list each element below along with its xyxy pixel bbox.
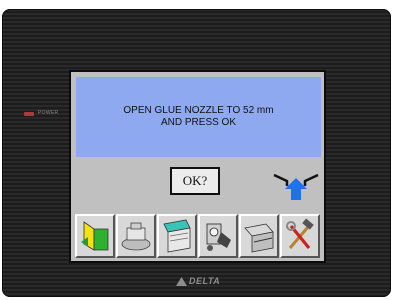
toolbar-button-tools[interactable]	[280, 214, 320, 258]
brand-name: DELTA	[189, 276, 221, 286]
power-label: POWER	[38, 110, 59, 116]
ok-button[interactable]: OK?	[170, 167, 220, 195]
nozzle-open-arrow-icon	[273, 173, 319, 200]
edge-folder-icon	[81, 221, 109, 251]
toolbar-button-edge-folder[interactable]	[75, 214, 115, 258]
edge-trimmer-icon	[244, 223, 274, 253]
delta-triangle-icon	[176, 276, 187, 286]
toolbar-button-edge-trimmer[interactable]	[239, 214, 279, 258]
toolbar-button-feeder[interactable]	[198, 214, 238, 258]
hmi-bezel: POWER OPEN GLUE NOZZLE TO 52 mm AND PRES…	[2, 9, 391, 297]
hammer-wrench-tools-icon	[286, 218, 314, 250]
function-toolbar	[75, 214, 320, 258]
power-led	[24, 112, 34, 116]
toolbar-button-edge-tape[interactable]	[157, 214, 197, 258]
message-line-1: OPEN GLUE NOZZLE TO 52 mm	[123, 105, 274, 116]
glue-machine-icon	[121, 222, 151, 251]
brand-logo: DELTA	[176, 276, 220, 286]
message-line-2: AND PRESS OK	[160, 117, 237, 128]
feeder-mechanism-icon	[206, 223, 231, 251]
message-panel: OPEN GLUE NOZZLE TO 52 mm AND PRESS OK	[76, 77, 321, 157]
edge-tape-roll-icon	[163, 219, 191, 253]
hmi-screen: OPEN GLUE NOZZLE TO 52 mm AND PRESS OK O…	[69, 70, 326, 263]
toolbar-button-glue-machine[interactable]	[116, 214, 156, 258]
